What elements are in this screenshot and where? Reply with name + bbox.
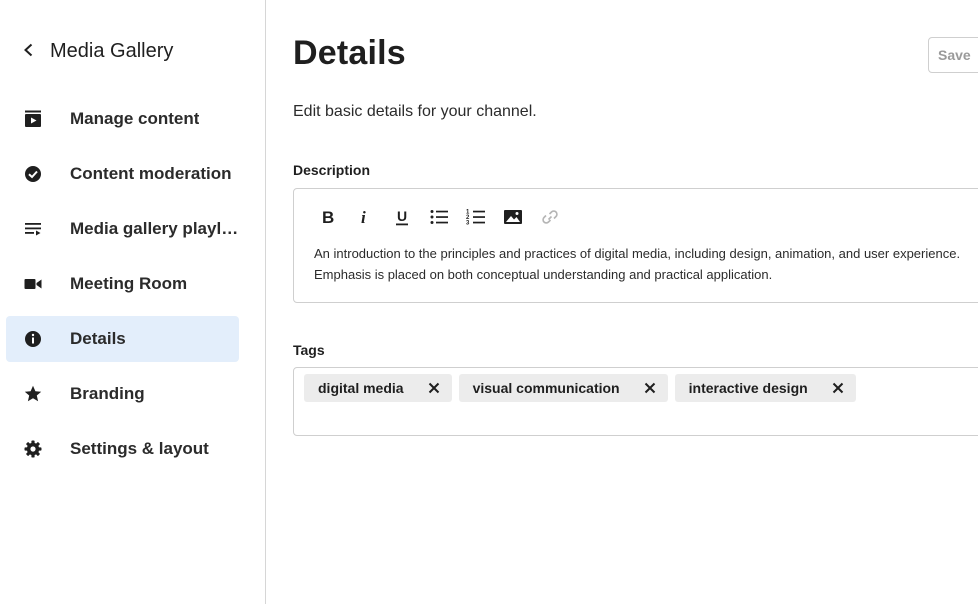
tag-label: interactive design	[688, 380, 808, 396]
description-text[interactable]: An introduction to the principles and pr…	[314, 243, 978, 285]
info-circle-icon	[24, 330, 42, 348]
video-camera-icon	[24, 275, 42, 293]
page-subtitle: Edit basic details for your channel.	[293, 103, 537, 120]
sidebar-item-label: Details	[70, 329, 126, 348]
gear-icon	[24, 440, 42, 458]
queue-list-icon	[24, 220, 42, 238]
page-title: Details	[293, 34, 406, 72]
sidebar-item-settings-layout[interactable]: Settings & layout	[6, 426, 239, 472]
sidebar-item-label: Media gallery playlists	[70, 219, 239, 238]
sidebar-item-branding[interactable]: Branding	[6, 371, 239, 417]
star-icon	[24, 385, 42, 403]
insert-image-button[interactable]	[501, 206, 525, 228]
bulleted-list-button[interactable]	[427, 206, 451, 228]
main-content: Details Save Edit basic details for your…	[267, 0, 978, 604]
tag-chip: digital media	[304, 374, 452, 402]
playlist-play-icon	[24, 110, 42, 128]
sidebar-item-details[interactable]: Details	[6, 316, 239, 362]
sidebar-nav: Manage content Content moderation Media …	[6, 96, 239, 481]
svg-text:U: U	[397, 208, 407, 224]
remove-tag-button[interactable]	[832, 382, 844, 394]
bold-button[interactable]: B	[316, 206, 340, 228]
numbered-list-icon: 123	[466, 210, 485, 227]
numbered-list-button[interactable]: 123	[464, 206, 488, 228]
tag-chip: interactive design	[674, 374, 856, 402]
sidebar: Media Gallery Manage content Content mod…	[0, 0, 266, 604]
svg-text:i: i	[361, 208, 366, 226]
bold-icon: B	[322, 208, 334, 226]
underline-icon: U	[396, 208, 408, 226]
sidebar-item-label: Meeting Room	[70, 274, 188, 293]
tag-chip: visual communication	[458, 374, 668, 402]
editor-toolbar: B i U 123	[316, 206, 575, 228]
chevron-left-icon	[22, 40, 36, 63]
sidebar-item-label: Content moderation	[70, 164, 232, 183]
check-circle-icon	[24, 165, 42, 183]
tag-label: digital media	[318, 380, 404, 396]
close-icon	[832, 382, 843, 394]
svg-text:3: 3	[466, 221, 470, 227]
app: Media Gallery Manage content Content mod…	[0, 0, 978, 604]
italic-icon: i	[361, 208, 366, 226]
tags-input[interactable]: digital media visual communication inter…	[293, 367, 978, 436]
tag-list: digital media visual communication inter…	[304, 374, 856, 402]
bulleted-list-icon	[430, 210, 448, 224]
italic-button[interactable]: i	[353, 206, 377, 228]
remove-tag-button[interactable]	[644, 382, 656, 394]
link-icon	[542, 210, 558, 224]
tags-label: Tags	[293, 342, 325, 358]
insert-link-button[interactable]	[538, 206, 562, 228]
svg-text:B: B	[322, 208, 334, 226]
sidebar-item-manage-content[interactable]: Manage content	[6, 96, 239, 142]
tag-label: visual communication	[472, 380, 620, 396]
underline-button[interactable]: U	[390, 206, 414, 228]
remove-tag-button[interactable]	[428, 382, 440, 394]
back-to-media-gallery[interactable]: Media Gallery	[22, 38, 173, 64]
back-label: Media Gallery	[50, 39, 174, 62]
close-icon	[428, 382, 439, 394]
image-icon	[504, 210, 522, 224]
close-icon	[644, 382, 655, 394]
save-button[interactable]: Save	[928, 37, 978, 73]
sidebar-item-label: Manage content	[70, 109, 200, 128]
description-label: Description	[293, 162, 371, 178]
sidebar-item-content-moderation[interactable]: Content moderation	[6, 151, 239, 197]
sidebar-item-media-gallery-playlists[interactable]: Media gallery playlists	[6, 206, 239, 252]
sidebar-item-label: Settings & layout	[70, 439, 209, 458]
description-editor[interactable]: B i U 123 An introduction to the princip…	[293, 188, 978, 303]
sidebar-item-meeting-room[interactable]: Meeting Room	[6, 261, 239, 307]
sidebar-item-label: Branding	[70, 384, 145, 403]
